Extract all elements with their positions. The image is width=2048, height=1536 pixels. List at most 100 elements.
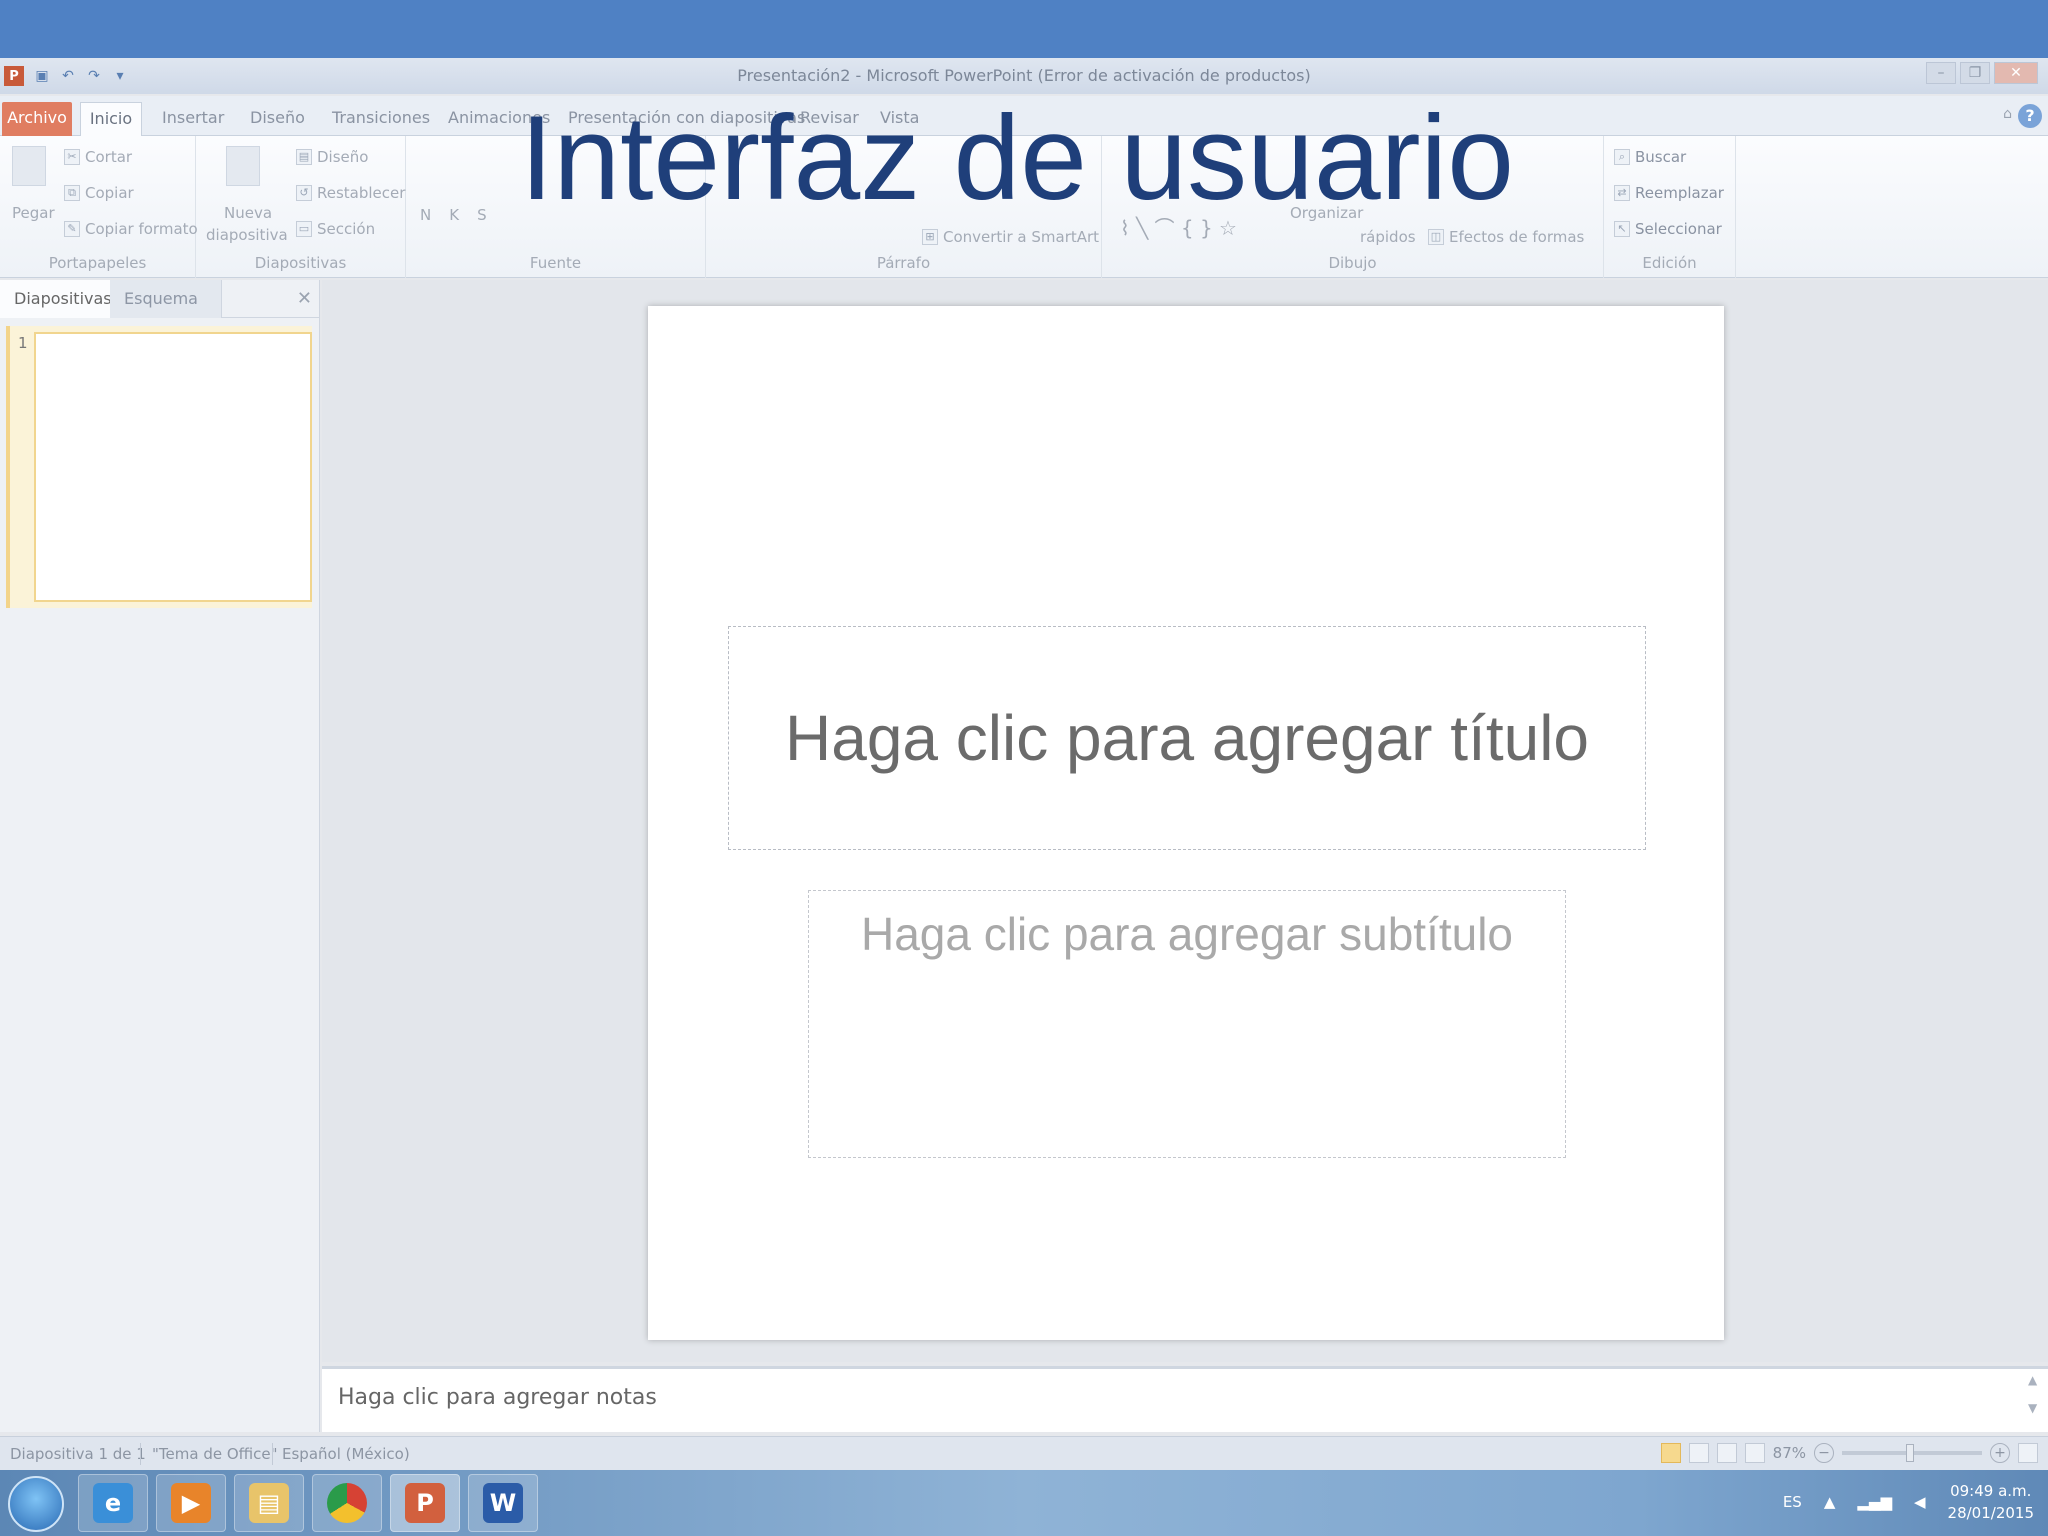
zoom-in-icon[interactable]: + (1990, 1443, 2010, 1463)
convert-smartart-button[interactable]: ⊞ Convertir a SmartArt (922, 228, 1099, 246)
copy-button[interactable]: ⧉ Copiar (64, 184, 134, 202)
cursor-icon: ↖ (1614, 221, 1630, 237)
slide-sorter-view-icon[interactable] (1688, 1443, 1709, 1463)
internet-explorer-icon: e (93, 1483, 133, 1523)
group-label-editing: Edición (1642, 254, 1697, 272)
select-button[interactable]: ↖ Seleccionar (1614, 220, 1722, 238)
restore-button[interactable]: ❐ (1960, 62, 1990, 84)
tab-home[interactable]: Inicio (80, 102, 142, 136)
taskbar-word[interactable]: W (468, 1474, 538, 1532)
shape-effects-button[interactable]: ◫ Efectos de formas (1428, 228, 1584, 246)
new-slide-button-line1[interactable]: Nueva (224, 204, 272, 222)
window-controls: – ❐ ✕ (1926, 62, 2038, 84)
paste-icon (12, 146, 46, 186)
bold-button[interactable]: N (420, 206, 431, 224)
subtitle-placeholder[interactable]: Haga clic para agregar subtítulo (808, 890, 1566, 1158)
status-bar: Diapositiva 1 de 1 "Tema de Office" Espa… (0, 1436, 2048, 1470)
start-button[interactable] (8, 1476, 64, 1532)
tab-transitions[interactable]: Transiciones (332, 102, 430, 136)
paste-button[interactable]: Pegar (12, 204, 55, 222)
cut-button[interactable]: ✂ Cortar (64, 148, 132, 166)
minimize-button[interactable]: – (1926, 62, 1956, 84)
slide-thumbnail[interactable] (34, 332, 312, 602)
tab-slides-pane[interactable]: Diapositivas (0, 280, 127, 318)
normal-view-icon[interactable] (1660, 1443, 1681, 1463)
minimize-ribbon-icon[interactable]: ⌂ (2003, 106, 2012, 122)
scissors-icon: ✂ (64, 149, 80, 165)
theme-status[interactable]: "Tema de Office" (152, 1445, 278, 1463)
system-tray: ES ▲ ▂▄▆ ◀ 09:49 a.m. 28/01/2015 (1783, 1480, 2034, 1524)
copy-icon: ⧉ (64, 185, 80, 201)
windows-taskbar: e ▶ ▤ P W ES ▲ ▂▄▆ ◀ 09:49 a.m. 28/01/20… (0, 1470, 2048, 1536)
tab-file[interactable]: Archivo (2, 102, 72, 136)
tab-design[interactable]: Diseño (250, 102, 305, 136)
tab-insert[interactable]: Insertar (162, 102, 224, 136)
find-button[interactable]: ⌕ Buscar (1614, 148, 1686, 166)
replace-icon: ⇄ (1614, 185, 1630, 201)
reading-view-icon[interactable] (1716, 1443, 1737, 1463)
taskbar-chrome[interactable] (312, 1474, 382, 1532)
zoom-slider[interactable] (1842, 1444, 1982, 1462)
group-clipboard: Pegar ✂ Cortar ⧉ Copiar ✎ Copiar formato Po… (0, 136, 198, 278)
effects-icon: ◫ (1428, 229, 1444, 245)
binoculars-icon: ⌕ (1614, 149, 1630, 165)
slide-canvas[interactable]: Haga clic para agregar título Haga clic … (648, 306, 1724, 1340)
font-format-buttons: N K S (420, 206, 487, 224)
tray-expand-icon[interactable]: ▲ (1824, 1493, 1836, 1511)
group-slides: Nueva diapositiva ▤ Diseño ↺ Restablecer ▭… (196, 136, 406, 278)
zoom-level[interactable]: 87% (1773, 1444, 1806, 1462)
zoom-slider-thumb[interactable] (1906, 1444, 1914, 1462)
network-icon[interactable]: ▂▄▆ (1857, 1493, 1892, 1511)
clock-time: 09:49 a.m. (1950, 1482, 2032, 1500)
reset-button[interactable]: ↺ Restablecer (296, 184, 405, 202)
group-label-paragraph: Párrafo (876, 254, 931, 272)
reset-icon: ↺ (296, 185, 312, 201)
media-player-icon: ▶ (171, 1483, 211, 1523)
taskbar-ie[interactable]: e (78, 1474, 148, 1532)
fit-to-window-icon[interactable] (2018, 1443, 2038, 1463)
layout-button[interactable]: ▤ Diseño (296, 148, 368, 166)
slideshow-view-icon[interactable] (1744, 1443, 1765, 1463)
slide-thumbnail-row[interactable]: 1 (6, 326, 312, 608)
format-painter-button[interactable]: ✎ Copiar formato (64, 220, 198, 238)
language-status[interactable]: Español (México) (282, 1445, 410, 1463)
group-editing: ⌕ Buscar ⇄ Reemplazar ↖ Seleccionar Edición (1604, 136, 1736, 278)
volume-icon[interactable]: ◀ (1914, 1493, 1926, 1511)
chrome-icon (327, 1483, 367, 1523)
new-slide-button-line2[interactable]: diapositiva (206, 226, 288, 244)
notes-pane[interactable]: Haga clic para agregar notas ▲ ▼ (322, 1366, 2048, 1432)
taskbar-powerpoint[interactable]: P (390, 1474, 460, 1532)
zoom-controls: 87% − + (1660, 1443, 2038, 1463)
slides-pane: Diapositivas Esquema ✕ 1 (0, 280, 320, 1432)
zoom-out-icon[interactable]: − (1814, 1443, 1834, 1463)
presentation-header-band (0, 0, 2048, 58)
slide-count-status: Diapositiva 1 de 1 (10, 1445, 146, 1463)
overlay-heading: Interfaz de usuario (520, 91, 1514, 225)
powerpoint-icon: P (405, 1483, 445, 1523)
brush-icon: ✎ (64, 221, 80, 237)
notes-placeholder[interactable]: Haga clic para agregar notas (338, 1385, 657, 1410)
clock-date: 28/01/2015 (1947, 1504, 2034, 1522)
tab-outline-pane[interactable]: Esquema (110, 280, 222, 318)
notes-scrollbar[interactable]: ▲ ▼ (2028, 1373, 2044, 1429)
section-button[interactable]: ▭ Sección (296, 220, 375, 238)
slide-editing-area: Haga clic para agregar título Haga clic … (322, 280, 2048, 1362)
input-language[interactable]: ES (1783, 1493, 1802, 1511)
status-divider (140, 1443, 141, 1465)
window-title: Presentación2 - Microsoft PowerPoint (Er… (737, 66, 1311, 85)
clock[interactable]: 09:49 a.m. 28/01/2015 (1948, 1480, 2034, 1524)
underline-button[interactable]: S (477, 206, 487, 224)
taskbar-explorer[interactable]: ▤ (234, 1474, 304, 1532)
status-divider (272, 1443, 273, 1465)
italic-button[interactable]: K (449, 206, 459, 224)
window-title-bar: P ▣ ↶ ↷ ▾ Presentación2 - Microsoft Powe… (0, 58, 2048, 94)
help-icon[interactable]: ? (2018, 104, 2042, 128)
replace-button[interactable]: ⇄ Reemplazar (1614, 184, 1724, 202)
close-button[interactable]: ✕ (1994, 62, 2038, 84)
title-placeholder[interactable]: Haga clic para agregar título (728, 626, 1646, 850)
close-pane-icon[interactable]: ✕ (297, 288, 312, 309)
section-icon: ▭ (296, 221, 312, 237)
quick-styles-button[interactable]: rápidos (1360, 228, 1416, 246)
group-label-drawing: Dibujo (1328, 254, 1377, 272)
taskbar-media-player[interactable]: ▶ (156, 1474, 226, 1532)
